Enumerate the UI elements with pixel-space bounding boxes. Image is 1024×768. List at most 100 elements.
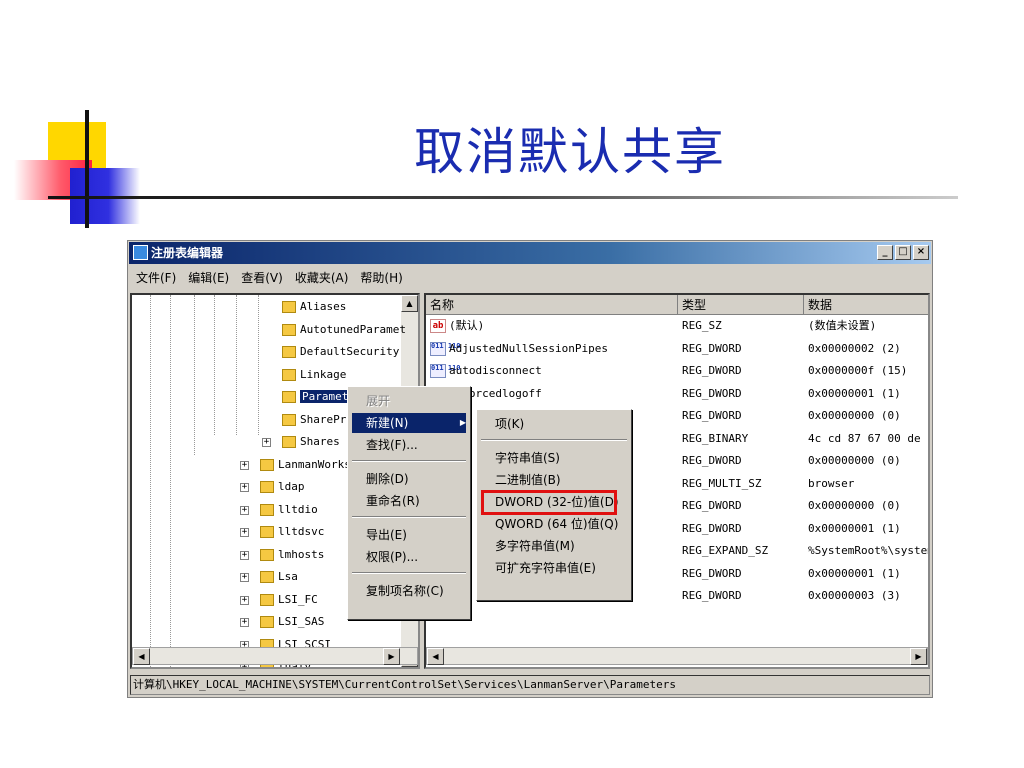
value-data-cell: 0x00000000 (0) <box>808 409 901 422</box>
tree-node-label: Linkage <box>300 367 347 381</box>
value-type-cell: REG_DWORD <box>682 521 742 535</box>
close-button[interactable]: × <box>913 245 929 260</box>
value-row[interactable]: 011 110leforcedlogoffREG_DWORD0x00000001… <box>426 383 928 405</box>
value-data-cell: 0x00000001 (1) <box>808 386 901 400</box>
context-menu-item[interactable]: 新建(N) <box>352 413 466 433</box>
tree-node[interactable]: SharePr <box>282 410 346 432</box>
value-name-cell: ab (默认) <box>430 315 676 337</box>
tree-node[interactable]: Shares <box>282 432 340 454</box>
value-type-cell: REG_DWORD <box>682 409 742 422</box>
string-value-icon: ab <box>430 319 446 333</box>
tree-node-label: LSI_FC <box>278 592 318 606</box>
expand-plus-icon[interactable]: + <box>240 595 249 605</box>
new-submenu-item[interactable]: 二进制值(B) <box>481 470 627 490</box>
tree-guide-line <box>170 295 171 667</box>
window-titlebar[interactable]: 注册表编辑器 _ □ × <box>129 242 931 264</box>
expand-plus-icon[interactable]: + <box>240 618 249 627</box>
expand-plus-icon[interactable]: + <box>240 550 249 560</box>
column-header-name[interactable]: 名称 <box>426 295 678 315</box>
new-submenu-item[interactable]: 字符串值(S) <box>481 448 627 468</box>
tree-node[interactable]: ldap <box>260 477 305 499</box>
value-type-cell: REG_DWORD <box>682 566 742 580</box>
red-highlight-box <box>481 490 617 515</box>
tree-guide-line <box>150 295 151 667</box>
tree-node[interactable]: Aliases <box>282 297 346 319</box>
value-data-cell: 0x00000001 (1) <box>808 566 901 580</box>
regedit-icon <box>133 245 148 260</box>
slide-title: 取消默认共享 <box>414 123 726 181</box>
menu-separator <box>352 460 466 462</box>
expand-plus-icon[interactable]: + <box>262 438 271 447</box>
expand-plus-icon[interactable]: + <box>240 460 249 470</box>
menu-help[interactable]: 帮助(H) <box>354 267 408 289</box>
values-horizontal-scrollbar[interactable]: ◀ ▶ <box>426 647 928 665</box>
value-data-cell: 0x00000000 (0) <box>808 499 901 512</box>
value-data-cell: (数值未设置) <box>808 319 877 332</box>
window-title: 注册表编辑器 <box>151 246 224 260</box>
new-submenu-item[interactable]: QWORD (64 位)值(Q) <box>481 514 627 534</box>
context-menu-item[interactable]: 展开 <box>352 391 466 411</box>
tree-node[interactable]: lltdio <box>260 500 318 522</box>
column-header-type[interactable]: 类型 <box>678 295 804 315</box>
tree-node[interactable]: Paramet <box>282 387 351 409</box>
value-row[interactable]: 011 110autodisconnect REG_DWORD 0x0000000f… <box>426 360 928 382</box>
tree-node-label: Lsa <box>278 570 298 583</box>
expand-plus-icon[interactable]: + <box>240 483 249 492</box>
tree-horizontal-scrollbar[interactable]: ◀ ▶ <box>132 647 418 665</box>
expand-plus-icon[interactable]: + <box>240 573 249 582</box>
folder-icon <box>260 571 274 583</box>
value-data-cell: 0x00000003 (3) <box>808 589 901 602</box>
tree-node[interactable]: LanmanWorks <box>260 455 351 477</box>
context-menu-item[interactable]: 权限(P)... <box>352 547 466 567</box>
tree-node-label: AutotunedParamet <box>300 322 406 336</box>
new-submenu-item[interactable]: 多字符串值(M) <box>481 536 627 556</box>
value-row[interactable]: ab (默认) REG_SZ (数值未设置) <box>426 315 928 337</box>
value-type-cell: REG_DWORD <box>682 386 742 400</box>
folder-icon <box>260 526 274 538</box>
scroll-right-arrow-icon[interactable]: ▶ <box>910 648 927 665</box>
value-type-cell: REG_DWORD <box>682 499 742 512</box>
value-type-cell: REG_DWORD <box>682 454 742 467</box>
value-data-cell: 0x0000000f (15) <box>808 364 908 377</box>
expand-plus-icon[interactable]: + <box>240 528 249 537</box>
tree-node[interactable]: Lsa <box>260 567 298 589</box>
scroll-up-arrow-icon[interactable]: ▲ <box>401 295 418 312</box>
expand-plus-icon[interactable]: + <box>240 505 249 515</box>
new-submenu-item[interactable]: 可扩充字符串值(E) <box>481 558 627 578</box>
tree-node-label: SharePr <box>300 412 347 426</box>
new-submenu-item[interactable]: 项(K) <box>481 414 627 434</box>
context-menu-item[interactable]: 导出(E) <box>352 525 466 545</box>
value-data-cell: 0x00000002 (2) <box>808 341 901 355</box>
context-menu-item[interactable]: 重命名(R) <box>352 491 466 511</box>
value-type-cell: REG_DWORD <box>682 341 742 355</box>
tree-guide-line <box>214 295 215 435</box>
column-header-data[interactable]: 数据 <box>804 295 928 315</box>
menu-favorites[interactable]: 收藏夹(A) <box>289 267 355 289</box>
tree-node[interactable]: AutotunedParamet <box>282 320 406 342</box>
menu-edit[interactable]: 编辑(E) <box>182 267 235 289</box>
tree-node[interactable]: Linkage <box>282 365 346 387</box>
tree-guide-line <box>236 295 237 435</box>
maximize-button[interactable]: □ <box>895 245 911 260</box>
value-row[interactable]: 011 110AdjustedNullSessionPipes REG_DWORD… <box>426 338 928 360</box>
scroll-right-arrow-icon[interactable]: ▶ <box>383 648 400 665</box>
folder-icon <box>260 616 274 628</box>
scroll-left-arrow-icon[interactable]: ◀ <box>427 648 444 665</box>
context-menu-item[interactable]: 查找(F)... <box>352 435 466 455</box>
folder-icon <box>260 458 274 471</box>
tree-node[interactable]: LSI_FC <box>260 590 318 612</box>
menu-view[interactable]: 查看(V) <box>235 267 289 289</box>
minimize-button[interactable]: _ <box>877 245 893 260</box>
tree-node[interactable]: LSI_SAS <box>260 612 324 634</box>
tree-node[interactable]: lmhosts <box>260 545 324 567</box>
tree-node-label: lltdio <box>278 502 318 516</box>
decor-vertical-line <box>85 110 89 228</box>
menu-file[interactable]: 文件(F) <box>130 267 182 289</box>
folder-icon <box>282 391 296 403</box>
tree-node[interactable]: DefaultSecurity <box>282 342 399 364</box>
tree-node[interactable]: lltdsvc <box>260 522 324 544</box>
scroll-left-arrow-icon[interactable]: ◀ <box>133 648 150 665</box>
context-menu-item[interactable]: 删除(D) <box>352 469 466 489</box>
value-data-cell: browser <box>808 476 855 490</box>
context-menu-item[interactable]: 复制项名称(C) <box>352 581 466 601</box>
